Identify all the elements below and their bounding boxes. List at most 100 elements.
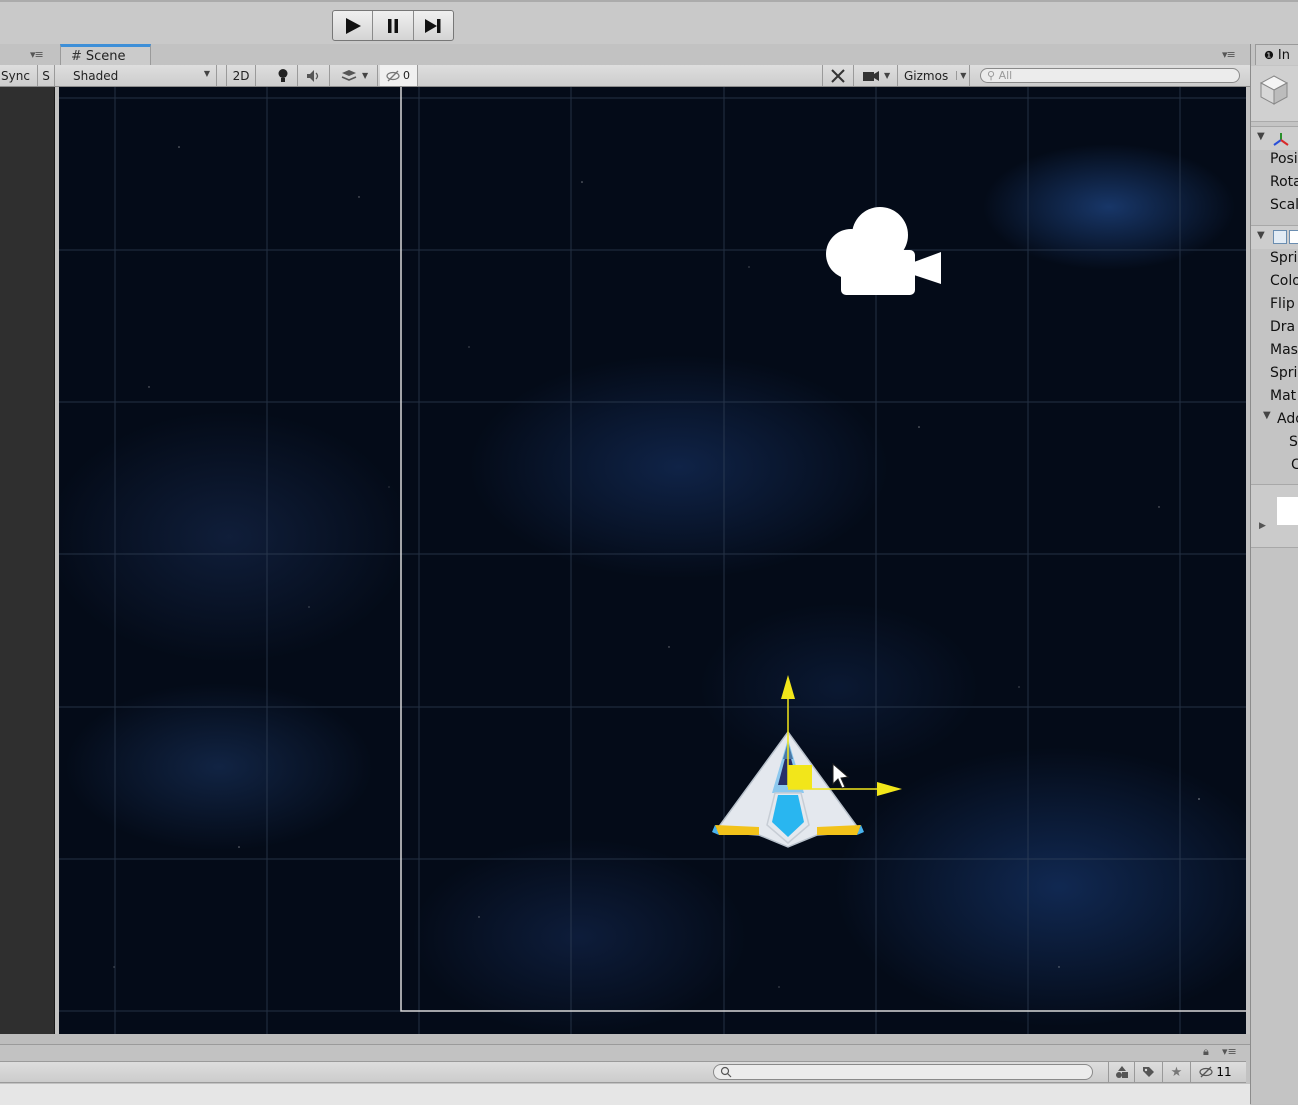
hidden-packages-count: 11 bbox=[1216, 1065, 1232, 1079]
favorites-button[interactable]: ★ bbox=[1162, 1062, 1190, 1082]
chevron-down-icon: ▼ bbox=[203, 69, 210, 78]
shading-mode-value: Shaded bbox=[73, 68, 119, 83]
tag-icon bbox=[1143, 1066, 1154, 1077]
hidden-count: 0 bbox=[403, 69, 410, 82]
project-search-input[interactable] bbox=[713, 1064, 1093, 1080]
transform-axes-icon bbox=[1273, 133, 1289, 146]
mouse-cursor-icon bbox=[832, 762, 850, 789]
shapes-filter-icon bbox=[1115, 1065, 1128, 1078]
triangle-right-icon[interactable]: ▶ bbox=[1259, 521, 1266, 531]
plane-handle[interactable] bbox=[788, 765, 812, 789]
position-label: Posi bbox=[1270, 151, 1298, 167]
chevron-down-icon: ▼ bbox=[956, 71, 966, 80]
flip-label: Flip bbox=[1270, 296, 1295, 312]
starfield bbox=[113, 146, 1200, 988]
scene-tab-label: Scene bbox=[85, 48, 126, 64]
arrow-up-icon[interactable] bbox=[781, 675, 795, 699]
triangle-down-icon: ▼ bbox=[1257, 230, 1265, 241]
sprite-renderer-icon bbox=[1273, 230, 1287, 244]
inspector-panel: ❶ In ▼ Posi Rota Scal ▼ Spri Colo Flip D… bbox=[1250, 44, 1298, 1104]
s-button[interactable]: S bbox=[38, 65, 55, 86]
scene-grid bbox=[59, 87, 1246, 1034]
play-icon bbox=[345, 17, 361, 34]
search-placeholder: All bbox=[998, 69, 1013, 82]
eye-slash-icon bbox=[386, 70, 400, 81]
shading-mode-dropdown[interactable]: Shaded ▼ bbox=[65, 65, 217, 86]
tools-crossed-icon bbox=[831, 68, 845, 83]
material-preview-section: ▶ bbox=[1251, 484, 1298, 548]
effects-dropdown[interactable]: ▼ bbox=[330, 65, 378, 86]
sync-label: Sync bbox=[1, 68, 30, 83]
mask-interaction-label: Mas bbox=[1270, 342, 1298, 358]
sorting-layer-label: S bbox=[1289, 434, 1298, 450]
sprite-label: Spri bbox=[1270, 250, 1298, 266]
scene-viewport[interactable] bbox=[59, 87, 1246, 1034]
gameobject-cube-icon bbox=[1259, 75, 1289, 105]
filter-by-label-button[interactable] bbox=[1134, 1062, 1162, 1082]
canvas-bounds bbox=[400, 87, 1246, 1012]
additional-settings-label[interactable]: Ado bbox=[1277, 411, 1298, 427]
gizmos-dropdown[interactable]: Gizmos ▼ bbox=[898, 65, 970, 86]
scene-panel-menu-icon[interactable]: ▾≡ bbox=[1222, 48, 1236, 61]
step-button[interactable] bbox=[414, 11, 453, 40]
inspector-tab-label: In bbox=[1277, 47, 1290, 63]
scene-tab-row: ▾≡ # Scene ▾≡ bbox=[0, 44, 1250, 65]
panel-menu-icon[interactable]: ▾≡ bbox=[30, 48, 44, 61]
lightbulb-icon bbox=[278, 69, 287, 82]
tab-scene[interactable]: # Scene bbox=[60, 44, 151, 65]
s-label: S bbox=[42, 68, 50, 83]
scene-canvas[interactable] bbox=[59, 87, 1246, 1034]
camera-gizmo-icon[interactable] bbox=[826, 207, 941, 295]
hidden-packages-toggle[interactable]: 11 bbox=[1190, 1062, 1240, 1082]
project-toolbar: ★ 11 bbox=[0, 1061, 1246, 1083]
star-icon: ★ bbox=[1170, 1064, 1183, 1080]
main-toolbar bbox=[0, 0, 1298, 46]
triangle-down-icon: ▼ bbox=[1257, 131, 1265, 142]
arrow-right-icon[interactable] bbox=[877, 782, 902, 796]
hidden-objects-toggle[interactable]: 0 bbox=[380, 65, 418, 86]
rotation-label: Rota bbox=[1270, 174, 1298, 190]
sprite-sort-point-label: Spri bbox=[1270, 365, 1298, 381]
transform-component-header[interactable]: ▼ bbox=[1251, 126, 1298, 150]
playback-controls bbox=[332, 10, 454, 41]
draw-mode-label: Dra bbox=[1270, 319, 1296, 335]
hierarchy-panel[interactable] bbox=[0, 87, 55, 1034]
project-content-area[interactable] bbox=[0, 1084, 1250, 1105]
color-label: Colo bbox=[1270, 273, 1298, 289]
tab-inspector[interactable]: ❶ In bbox=[1255, 44, 1298, 65]
camera-icon bbox=[863, 70, 879, 81]
inspector-header bbox=[1251, 66, 1298, 122]
enabled-checkbox[interactable] bbox=[1289, 230, 1298, 244]
project-panel: 🔒︎ ▾≡ ★ 11 bbox=[0, 1044, 1250, 1105]
sync-button[interactable]: Sync bbox=[0, 65, 38, 86]
camera-dropdown[interactable]: ▼ bbox=[854, 65, 898, 86]
gizmos-label: Gizmos bbox=[904, 68, 949, 83]
step-icon bbox=[425, 18, 441, 33]
search-icon bbox=[720, 1066, 732, 1078]
scale-label: Scal bbox=[1270, 197, 1298, 213]
play-button[interactable] bbox=[333, 11, 374, 40]
panel-divider bbox=[0, 1034, 1250, 1044]
lighting-toggle[interactable] bbox=[268, 65, 298, 86]
mode-2d-label: 2D bbox=[232, 68, 250, 83]
grid-hash-icon: # bbox=[71, 48, 82, 64]
effects-layers-icon bbox=[341, 69, 357, 81]
mode-2d-toggle[interactable]: 2D bbox=[226, 65, 256, 86]
chevron-down-icon: ▼ bbox=[362, 71, 369, 80]
triangle-down-icon[interactable]: ▼ bbox=[1263, 410, 1271, 421]
filter-by-type-button[interactable] bbox=[1108, 1062, 1134, 1082]
pause-icon bbox=[387, 18, 398, 33]
tools-toggle[interactable] bbox=[822, 65, 854, 86]
eye-slash-icon bbox=[1199, 1066, 1213, 1078]
scene-toolbar: Sync S Shaded ▼ 2D ▼ 0 ▼ Gizmos ▼ ⚲ All bbox=[0, 65, 1250, 87]
project-panel-menu-icon[interactable]: ▾≡ bbox=[1222, 1045, 1237, 1058]
search-icon: ⚲ bbox=[987, 69, 996, 82]
chevron-down-icon: ▼ bbox=[884, 71, 891, 80]
speaker-icon bbox=[306, 69, 318, 82]
audio-toggle[interactable] bbox=[298, 65, 330, 86]
sprite-renderer-header[interactable]: ▼ bbox=[1251, 225, 1298, 249]
pause-button[interactable] bbox=[373, 11, 414, 40]
lock-icon[interactable]: 🔒︎ bbox=[1203, 1045, 1209, 1059]
scene-search-input[interactable]: ⚲ All bbox=[980, 68, 1240, 83]
material-preview-swatch[interactable] bbox=[1277, 497, 1298, 525]
